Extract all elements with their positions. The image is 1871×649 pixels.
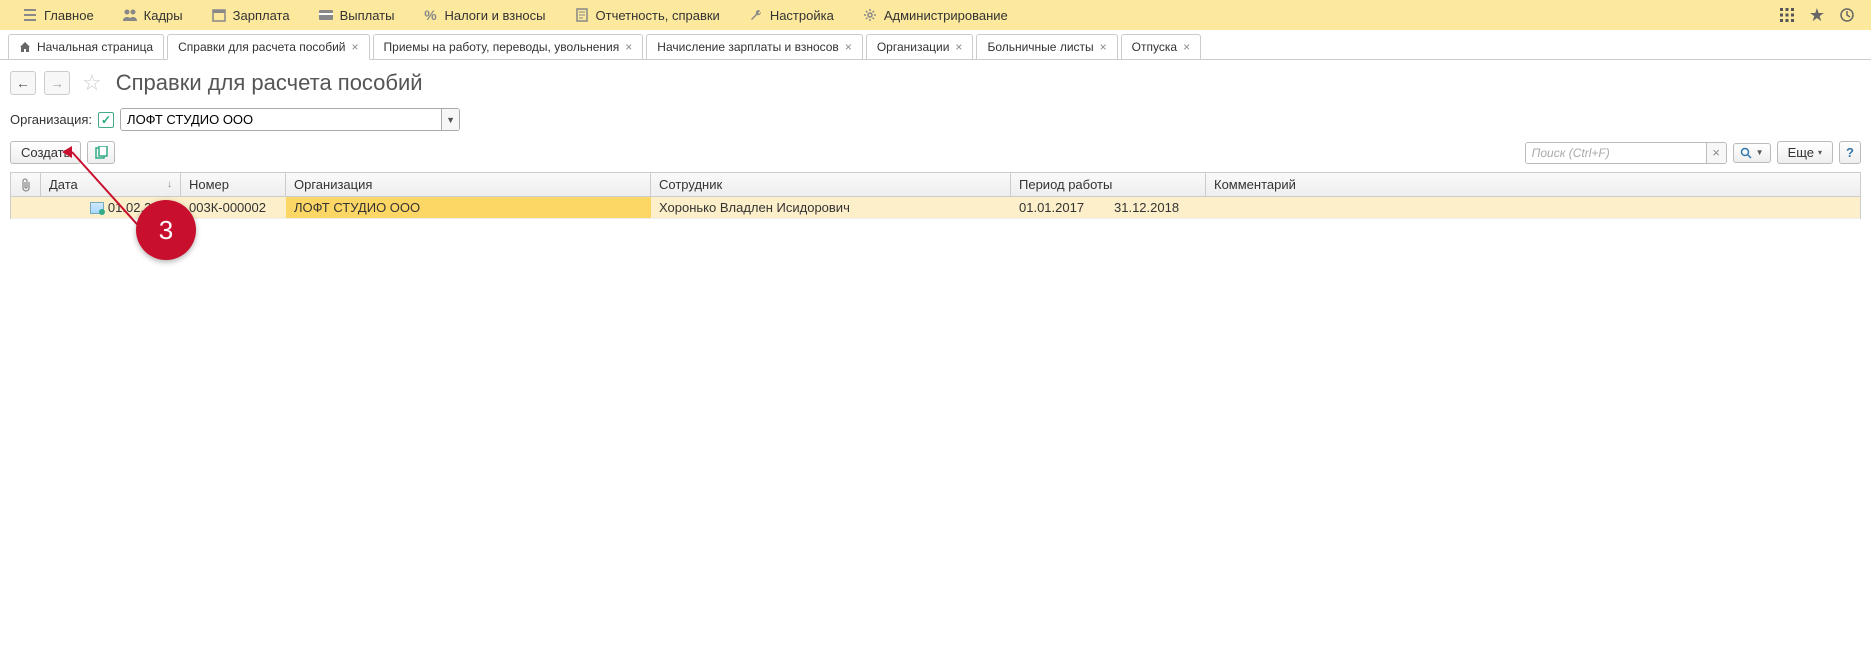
history-icon[interactable]: [1837, 5, 1857, 25]
top-menu-right: ★: [1777, 5, 1863, 25]
percent-icon: %: [422, 7, 438, 23]
tab-label: Начисление зарплаты и взносов: [657, 40, 839, 54]
col-number[interactable]: Номер: [181, 173, 286, 196]
col-comment[interactable]: Комментарий: [1206, 173, 1860, 196]
tab-label: Больничные листы: [987, 40, 1093, 54]
annotation-badge: 3: [136, 200, 196, 260]
cell-number: 003К-000002: [181, 197, 286, 218]
org-filter-label: Организация:: [10, 112, 92, 127]
menu-label: Зарплата: [233, 8, 290, 23]
tab-payroll[interactable]: Начисление зарплаты и взносов ×: [646, 34, 863, 59]
more-button[interactable]: Еще ▾: [1777, 141, 1833, 164]
filter-row: Организация: ✓ ▼: [0, 102, 1871, 137]
menu-icon: [22, 7, 38, 23]
wallet-icon: [318, 7, 334, 23]
star-icon[interactable]: ★: [1807, 5, 1827, 25]
more-label: Еще: [1788, 145, 1814, 160]
document-icon: [90, 202, 104, 214]
menu-label: Выплаты: [340, 8, 395, 23]
tab-home[interactable]: Начальная страница: [8, 34, 164, 59]
menu-label: Отчетность, справки: [596, 8, 720, 23]
clear-search-icon[interactable]: ×: [1706, 143, 1726, 163]
cell-attach: [11, 197, 41, 218]
chevron-down-icon: ▾: [1818, 148, 1822, 157]
gear-icon: [862, 7, 878, 23]
chevron-down-icon: ▼: [1756, 148, 1764, 157]
nav-back-button[interactable]: ←: [10, 71, 36, 95]
tab-label: Организации: [877, 40, 950, 54]
cell-employee: Хоронько Владлен Исидорович: [651, 197, 1011, 218]
col-date[interactable]: Дата ↓: [41, 173, 181, 196]
cell-org: ЛОФТ СТУДИО ООО: [286, 197, 651, 218]
tab-sickleave[interactable]: Больничные листы ×: [976, 34, 1117, 59]
menu-label: Кадры: [144, 8, 183, 23]
apps-icon[interactable]: [1777, 5, 1797, 25]
col-org[interactable]: Организация: [286, 173, 651, 196]
org-input[interactable]: [121, 109, 441, 130]
close-icon[interactable]: ×: [352, 40, 359, 54]
home-icon: [19, 41, 31, 53]
cell-period-from: 01.01.2017: [1011, 197, 1106, 218]
tab-vacations[interactable]: Отпуска ×: [1121, 34, 1201, 59]
toolbar-right: × ▼ Еще ▾ ?: [1525, 141, 1861, 164]
menu-hr[interactable]: Кадры: [108, 0, 197, 30]
tab-label: Начальная страница: [37, 40, 153, 54]
close-icon[interactable]: ×: [1183, 40, 1190, 54]
tab-label: Отпуска: [1132, 40, 1177, 54]
favorite-star-icon[interactable]: ☆: [82, 70, 102, 96]
menu-payments[interactable]: Выплаты: [304, 0, 409, 30]
annotation-number: 3: [159, 215, 173, 246]
page-title: Справки для расчета пособий: [116, 70, 423, 96]
org-filter-checkbox[interactable]: ✓: [98, 112, 114, 128]
col-employee[interactable]: Сотрудник: [651, 173, 1011, 196]
wrench-icon: [748, 7, 764, 23]
close-icon[interactable]: ×: [845, 40, 852, 54]
search-input[interactable]: [1526, 143, 1706, 163]
tabs-row: Начальная страница Справки для расчета п…: [0, 30, 1871, 60]
tab-organizations[interactable]: Организации ×: [866, 34, 974, 59]
menu-main[interactable]: Главное: [8, 0, 108, 30]
dropdown-icon[interactable]: ▼: [441, 109, 459, 130]
col-period[interactable]: Период работы: [1011, 173, 1206, 196]
people-icon: [122, 7, 138, 23]
menu-admin[interactable]: Администрирование: [848, 0, 1022, 30]
close-icon[interactable]: ×: [625, 40, 632, 54]
sort-asc-icon: ↓: [167, 179, 172, 190]
cell-period-to: 31.12.2018: [1106, 197, 1206, 218]
calendar-icon: [211, 7, 227, 23]
tab-label: Справки для расчета пособий: [178, 40, 345, 54]
copy-button[interactable]: [87, 141, 115, 164]
table-row[interactable]: 01.02.2019 003К-000002 ЛОФТ СТУДИО ООО Х…: [11, 197, 1860, 219]
cell-comment: [1206, 197, 1860, 218]
nav-forward-button[interactable]: →: [44, 71, 70, 95]
menu-label: Настройка: [770, 8, 834, 23]
title-bar: ← → ☆ Справки для расчета пособий: [0, 60, 1871, 102]
top-menu-bar: Главное Кадры Зарплата Выплаты % Налоги …: [0, 0, 1871, 30]
menu-taxes[interactable]: % Налоги и взносы: [408, 0, 559, 30]
org-combo[interactable]: ▼: [120, 108, 460, 131]
tab-hiring[interactable]: Приемы на работу, переводы, увольнения ×: [373, 34, 644, 59]
col-attachment[interactable]: [11, 173, 41, 196]
menu-label: Главное: [44, 8, 94, 23]
table-header: Дата ↓ Номер Организация Сотрудник Перио…: [11, 173, 1860, 197]
menu-settings[interactable]: Настройка: [734, 0, 848, 30]
top-menu-left: Главное Кадры Зарплата Выплаты % Налоги …: [8, 0, 1022, 30]
menu-label: Администрирование: [884, 8, 1008, 23]
menu-salary[interactable]: Зарплата: [197, 0, 304, 30]
close-icon[interactable]: ×: [1100, 40, 1107, 54]
menu-reports[interactable]: Отчетность, справки: [560, 0, 734, 30]
tab-label: Приемы на работу, переводы, увольнения: [384, 40, 620, 54]
tab-certificates[interactable]: Справки для расчета пособий ×: [167, 34, 369, 60]
close-icon[interactable]: ×: [955, 40, 962, 54]
data-table: Дата ↓ Номер Организация Сотрудник Перио…: [10, 172, 1861, 219]
doc-icon: [574, 7, 590, 23]
menu-label: Налоги и взносы: [444, 8, 545, 23]
toolbar: Создать × ▼ Еще ▾ ?: [0, 137, 1871, 168]
help-button[interactable]: ?: [1839, 141, 1861, 164]
search-box[interactable]: ×: [1525, 142, 1727, 164]
search-button[interactable]: ▼: [1733, 143, 1771, 163]
